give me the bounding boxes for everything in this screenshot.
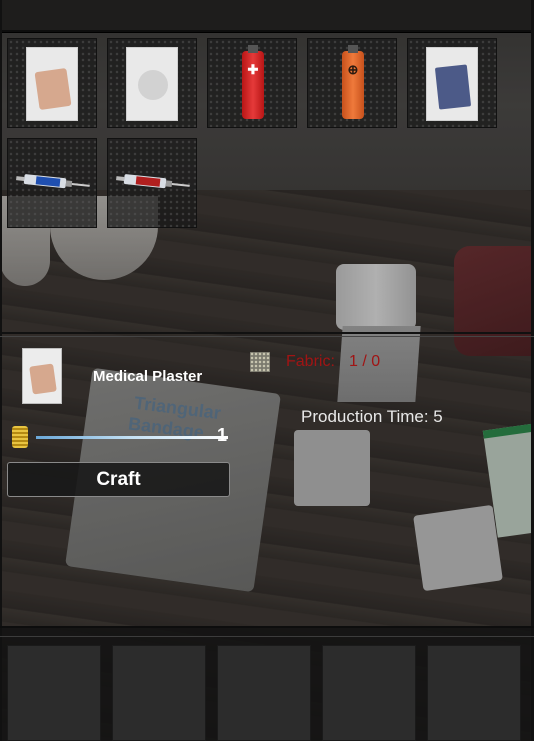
section-divider bbox=[0, 332, 534, 334]
craft-item-name: Medical Plaster bbox=[93, 368, 203, 385]
inventory-slot-syringe-red[interactable] bbox=[107, 138, 197, 228]
orange-ointment-tube-icon: ⊕ bbox=[342, 45, 364, 119]
requirement-label: Fabric: bbox=[286, 353, 335, 370]
red-ointment-tube-icon: ✚ bbox=[242, 45, 264, 119]
output-slot[interactable] bbox=[112, 645, 206, 741]
inventory-slot-gauze[interactable] bbox=[107, 38, 197, 128]
bottom-divider-highlight bbox=[0, 636, 534, 637]
top-bar bbox=[0, 0, 534, 33]
output-slot[interactable] bbox=[7, 645, 101, 741]
output-slot[interactable] bbox=[427, 645, 521, 741]
bottom-divider bbox=[0, 626, 534, 628]
cross-mark-icon: ✚ bbox=[247, 62, 259, 77]
production-time: Production Time: 5 bbox=[301, 407, 443, 426]
inventory-slot-syringe-blue[interactable] bbox=[7, 138, 97, 228]
plaster-shape bbox=[34, 67, 72, 111]
tube-cap bbox=[348, 45, 358, 53]
gauze-shape bbox=[138, 70, 168, 100]
top-divider bbox=[0, 30, 534, 32]
craft-button[interactable]: Craft bbox=[7, 462, 230, 497]
requirement-count: 1 / 0 bbox=[349, 353, 381, 370]
inventory-slot-medical-plaster[interactable] bbox=[7, 38, 97, 128]
quantity-value: 1 bbox=[217, 425, 228, 445]
medical-plaster-icon bbox=[26, 47, 78, 121]
output-slot[interactable] bbox=[322, 645, 416, 741]
inventory-slot-orange-tube[interactable]: ⊕ bbox=[307, 38, 397, 128]
syringe-blue-icon bbox=[15, 174, 90, 189]
blue-pad-shape bbox=[434, 64, 472, 110]
blue-pad-icon bbox=[426, 47, 478, 121]
plus-circle-icon: ⊕ bbox=[347, 62, 359, 77]
section-divider-highlight bbox=[0, 336, 534, 337]
quantity-slider[interactable] bbox=[36, 436, 228, 439]
syringe-red-icon bbox=[115, 174, 190, 189]
inventory-slot-blue-pad[interactable] bbox=[407, 38, 497, 128]
craft-item-icon bbox=[22, 348, 62, 404]
output-slot[interactable] bbox=[217, 645, 311, 741]
inventory-slot-red-tube[interactable]: ✚ bbox=[207, 38, 297, 128]
tube-cap bbox=[248, 45, 258, 53]
plaster-shape bbox=[29, 363, 57, 395]
fabric-icon bbox=[250, 352, 270, 372]
coin-icon bbox=[12, 426, 28, 448]
gauze-icon bbox=[126, 47, 178, 121]
